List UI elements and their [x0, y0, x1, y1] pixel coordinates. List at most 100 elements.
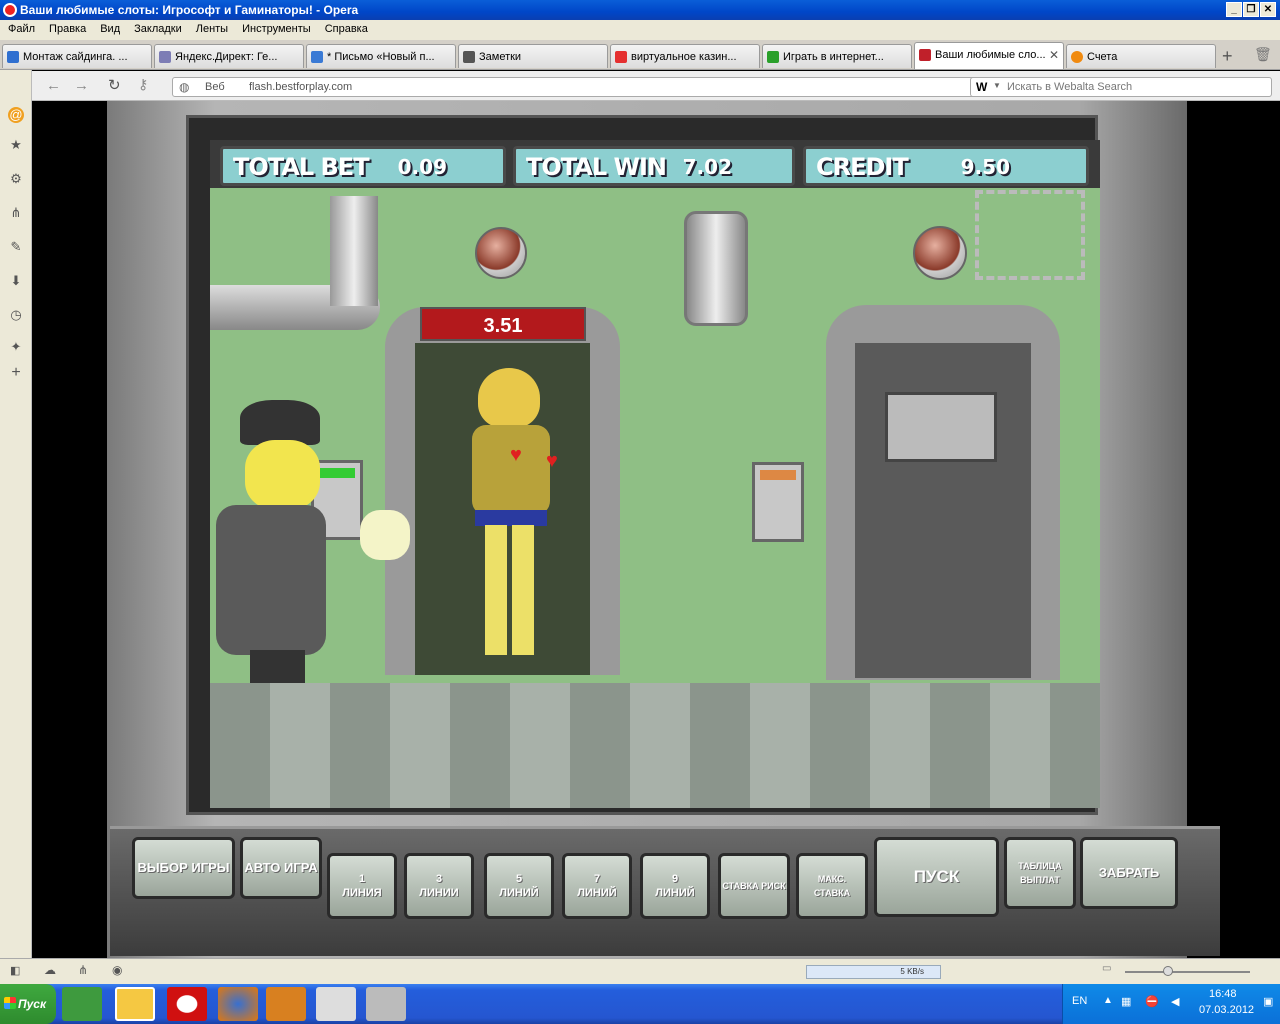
share-icon[interactable]: ⋔ — [8, 205, 24, 221]
credit-value: 9.50 — [960, 155, 1010, 179]
speed-dial-icon[interactable]: ◉ — [112, 963, 122, 977]
line-1-button[interactable]: 1 ЛИНИЯ — [327, 853, 397, 919]
minimize-button[interactable]: _ — [1226, 2, 1242, 17]
character-leg-left — [485, 525, 507, 655]
auto-game-button[interactable]: АВТО ИГРА — [240, 837, 322, 899]
transfer-indicator[interactable]: 5 KB/s — [806, 965, 941, 979]
tab-label: Монтаж сайдинга. ... — [23, 51, 128, 63]
notes-icon — [463, 51, 475, 63]
tab-play-online[interactable]: Играть в интернет... — [762, 44, 912, 68]
bookmarks-star-icon[interactable]: ★ — [8, 137, 24, 153]
tab-siding[interactable]: Монтаж сайдинга. ... — [2, 44, 152, 68]
view-icon[interactable]: ▭ — [1102, 963, 1111, 974]
paint-icon[interactable] — [366, 987, 406, 1021]
unite-cloud-icon[interactable]: ☁ — [44, 963, 56, 977]
mail-icon — [311, 51, 323, 63]
trash-icon[interactable]: 🗑 — [1254, 46, 1272, 63]
menu-view[interactable]: Вид — [94, 20, 126, 40]
tab-slots[interactable]: Ваши любимые сло... ✕ — [914, 42, 1064, 69]
search-field[interactable]: W ▼ Искать в Webalta Search — [970, 77, 1272, 97]
key-icon[interactable]: ⚷ — [138, 76, 148, 93]
pipe-grid — [975, 190, 1085, 280]
tab-casino[interactable]: виртуальное казин... — [610, 44, 760, 68]
door-win-display: 3.51 — [420, 307, 586, 341]
menu-bookmarks[interactable]: Закладки — [128, 20, 188, 40]
character-skirt — [475, 510, 547, 526]
clock-date[interactable]: 07.03.2012 — [1199, 1004, 1254, 1016]
turbo-icon[interactable]: ⋔ — [78, 963, 88, 977]
notes-panel-icon[interactable]: ✎ — [8, 239, 24, 255]
network-icon[interactable]: ▦ — [1121, 995, 1131, 1008]
search-placeholder: Искать в Webalta Search — [1007, 81, 1133, 93]
media-player-icon[interactable] — [266, 987, 306, 1021]
menu-edit[interactable]: Правка — [43, 20, 92, 40]
forward-arrow-icon[interactable]: → — [74, 77, 89, 94]
max-bet-button[interactable]: МАКС. СТАВКА — [796, 853, 868, 919]
menu-file[interactable]: Файл — [2, 20, 41, 40]
menu-feeds[interactable]: Ленты — [190, 20, 234, 40]
icq-icon[interactable] — [62, 987, 102, 1021]
line-7-button[interactable]: 7 ЛИНИЙ — [562, 853, 632, 919]
tab-mail[interactable]: * Письмо «Новый п... — [306, 44, 456, 68]
downloads-icon[interactable]: ⬇ — [8, 273, 24, 289]
paytable-button[interactable]: ТАБЛИЦА ВЫПЛАТ — [1004, 837, 1076, 909]
calculator-icon[interactable] — [316, 987, 356, 1021]
security-alert-icon[interactable]: ⛔ — [1145, 995, 1159, 1008]
add-panel-icon[interactable]: + — [8, 365, 24, 381]
widgets-icon[interactable]: ✦ — [8, 339, 24, 355]
reload-icon[interactable]: ↻ — [108, 76, 121, 94]
menu-tools[interactable]: Инструменты — [236, 20, 317, 40]
address-field[interactable]: ◍ Веб flash.bestforplay.com ☆ — [172, 77, 992, 97]
character-leg-right — [512, 525, 534, 655]
line-3-label: ЛИНИИ — [419, 887, 459, 899]
line-9-button[interactable]: 9 ЛИНИЙ — [640, 853, 710, 919]
line-7-label: ЛИНИЙ — [577, 887, 617, 899]
volume-icon[interactable]: ◀ — [1171, 995, 1179, 1008]
start-label: Пуск — [18, 997, 47, 1011]
new-tab-icon[interactable]: + — [1222, 46, 1233, 67]
address-toolbar: ← → ↻ ⚷ ◍ Веб flash.bestforplay.com ☆ W … — [32, 71, 1280, 101]
line-5-button[interactable]: 5 ЛИНИЙ — [484, 853, 554, 919]
tab-notes[interactable]: Заметки — [458, 44, 608, 68]
close-tab-icon[interactable]: ✕ — [1049, 48, 1059, 62]
take-button[interactable]: ЗАБРАТЬ — [1080, 837, 1178, 909]
zoom-slider[interactable] — [1125, 966, 1250, 976]
tab-yandex-direct[interactable]: Яндекс.Директ: Ге... — [154, 44, 304, 68]
firefox-icon[interactable] — [218, 987, 258, 1021]
line-1-label: ЛИНИЯ — [342, 887, 382, 899]
tab-label: Ваши любимые сло... — [935, 49, 1046, 61]
start-button[interactable]: Пуск — [0, 984, 56, 1024]
line-3-button[interactable]: 3 ЛИНИИ — [404, 853, 474, 919]
heart-icon: ♥ — [510, 444, 522, 466]
select-game-button[interactable]: ВЫБОР ИГРЫ — [132, 837, 235, 899]
maximize-button[interactable]: ❐ — [1243, 2, 1259, 17]
history-clock-icon[interactable]: ◷ — [8, 307, 24, 323]
panel-toggle-icon[interactable]: ◧ — [10, 964, 20, 977]
chevron-up-icon[interactable]: ▲ — [1103, 995, 1113, 1006]
total-win-label: TOTAL WIN — [526, 153, 667, 181]
tab-label: Счета — [1087, 51, 1118, 63]
q-icon — [1071, 51, 1083, 63]
total-win-value: 7.02 — [682, 155, 732, 179]
chevron-down-icon[interactable]: ▼ — [993, 81, 1001, 90]
explorer-folder-icon[interactable] — [115, 987, 155, 1021]
settings-gear-icon[interactable]: ⚙ — [8, 171, 24, 187]
clock-time[interactable]: 16:48 — [1209, 988, 1237, 1000]
desktop-icon[interactable]: ▣ — [1263, 995, 1273, 1008]
total-bet-label: TOTAL BET — [233, 153, 370, 181]
zoom-slider-thumb[interactable] — [1163, 966, 1173, 976]
menu-help[interactable]: Справка — [319, 20, 374, 40]
status-bar: ◧ ☁ ⋔ ◉ 5 KB/s ▭ — [0, 958, 1280, 984]
tab-accounts[interactable]: Счета — [1066, 44, 1216, 68]
opera-taskbar-icon[interactable] — [167, 987, 207, 1021]
bet-risk-button[interactable]: СТАВКА РИСК — [718, 853, 790, 919]
language-indicator[interactable]: EN — [1072, 995, 1087, 1007]
title-bar: Ваши любимые слоты: Игрософт и Гаминатор… — [0, 0, 1280, 20]
close-button[interactable]: ✕ — [1260, 2, 1276, 17]
start-button[interactable]: ПУСК — [874, 837, 999, 917]
game-floor — [210, 683, 1100, 808]
line-9-label: ЛИНИЙ — [655, 887, 695, 899]
tab-label: виртуальное казин... — [631, 51, 737, 63]
back-arrow-icon[interactable]: ← — [46, 77, 61, 94]
mail-panel-icon[interactable]: @ — [8, 107, 24, 123]
